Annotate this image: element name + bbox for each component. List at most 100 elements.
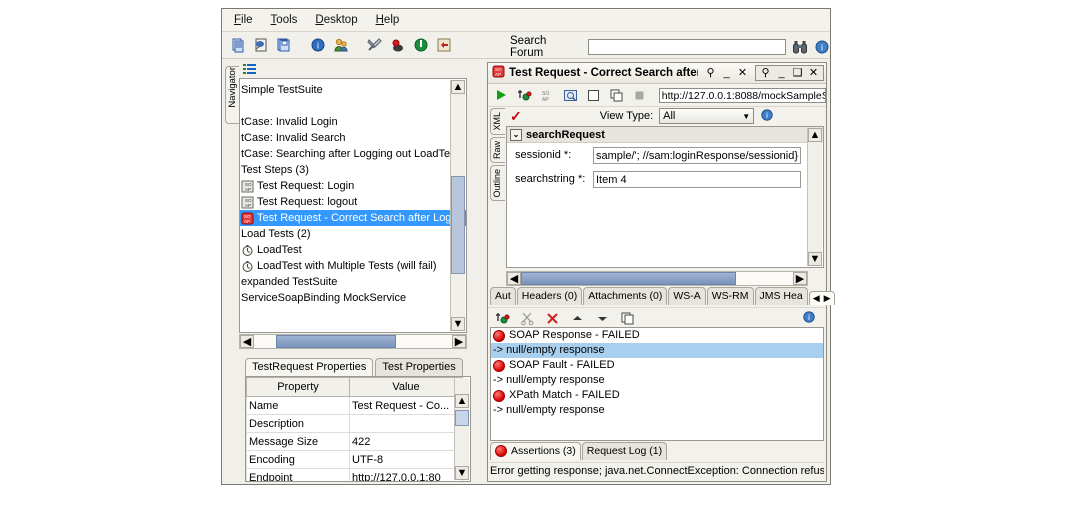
navigator-horizontal-scrollbar[interactable]: ◀ ▶ — [239, 334, 467, 349]
scroll-left-arrow[interactable]: ◀ — [240, 335, 254, 348]
table-row[interactable]: Endpointhttp://127.0.0.1:80 — [247, 469, 463, 483]
navigator-tree[interactable]: Simple TestSuite tCase: Invalid Login tC… — [239, 78, 467, 333]
forum-icon[interactable] — [331, 35, 351, 55]
scroll-up-arrow[interactable]: ▲ — [455, 394, 469, 408]
tab-testrequest-properties[interactable]: TestRequest Properties — [245, 358, 373, 376]
pin-icon[interactable]: ⚲ — [705, 67, 716, 79]
tab-outline[interactable]: Outline — [490, 165, 505, 202]
list-item[interactable]: tCase: Invalid Search — [240, 130, 466, 146]
validate-icon[interactable] — [561, 85, 580, 105]
close-icon[interactable]: ✕ — [808, 67, 819, 79]
new-workspace-icon[interactable] — [228, 35, 248, 55]
help-icon[interactable]: i — [308, 35, 328, 55]
menu-item-desktop[interactable]: Desktop — [315, 14, 357, 26]
list-item-selected[interactable]: SOAP Test Request - Correct Search after… — [240, 210, 466, 226]
scroll-thumb[interactable] — [451, 176, 465, 274]
tab-raw[interactable]: Raw — [490, 137, 505, 163]
cut-icon[interactable] — [517, 308, 537, 328]
tab-scroll-right-icon[interactable]: ▶ — [824, 293, 831, 304]
delete-icon[interactable] — [542, 308, 562, 328]
tab-xml[interactable]: XML — [490, 108, 505, 135]
tab-auth[interactable]: Aut — [490, 287, 516, 305]
tab-headers[interactable]: Headers (0) — [517, 287, 582, 305]
request-form[interactable]: ⌄ searchRequest sessionid *: sample/'; /… — [506, 126, 824, 268]
scroll-up-arrow[interactable]: ▲ — [451, 80, 465, 94]
table-row[interactable]: EncodingUTF-8 — [247, 451, 463, 469]
binoculars-icon[interactable] — [792, 39, 808, 55]
scroll-thumb[interactable] — [521, 272, 736, 285]
list-item[interactable]: XPath Match - FAILED — [491, 388, 823, 403]
list-item[interactable]: SOAP Test Request: Login — [240, 178, 466, 194]
scroll-right-arrow[interactable]: ▶ — [452, 335, 466, 348]
tab-jms-headers[interactable]: JMS Hea — [755, 287, 808, 305]
save-all-icon[interactable] — [274, 35, 294, 55]
list-item[interactable]: tCase: Invalid Login — [240, 114, 466, 130]
list-item[interactable]: SOAP Fault - FAILED — [491, 358, 823, 373]
add-assertion-icon[interactable] — [492, 308, 512, 328]
scroll-down-arrow[interactable]: ▼ — [455, 466, 469, 480]
tab-test-properties[interactable]: Test Properties — [375, 358, 462, 376]
editor-horizontal-scrollbar[interactable]: ◀ ▶ — [506, 271, 808, 286]
minimize-icon[interactable]: _ — [721, 67, 732, 79]
tab-attachments[interactable]: Attachments (0) — [583, 287, 667, 305]
searchstring-field[interactable]: Item 4 — [593, 171, 801, 188]
view-type-select[interactable]: All ▼ — [659, 108, 754, 124]
stop-icon[interactable] — [630, 85, 649, 105]
minimize-icon[interactable]: _ — [776, 67, 787, 79]
form-group-header[interactable]: ⌄ searchRequest — [507, 127, 823, 143]
add-assertion-icon[interactable] — [515, 85, 534, 105]
scroll-track[interactable] — [254, 335, 452, 348]
copy-icon[interactable] — [617, 308, 637, 328]
search-input[interactable] — [588, 39, 786, 55]
scroll-down-arrow[interactable]: ▼ — [451, 317, 465, 331]
list-item[interactable]: -> null/empty response — [491, 403, 823, 418]
table-row[interactable]: Message Size422 — [247, 433, 463, 451]
navigator-vertical-tab[interactable]: Navigator — [225, 66, 240, 124]
create-request-icon[interactable] — [584, 85, 603, 105]
sessionid-field[interactable]: sample/'; //sam:loginResponse/sessionid} — [593, 147, 801, 164]
table-row[interactable]: NameTest Request - Co... — [247, 397, 463, 415]
scroll-track[interactable] — [521, 272, 793, 285]
list-item[interactable]: tCase: Searching after Logging out LoadT… — [240, 146, 466, 162]
list-view-icon[interactable] — [243, 63, 257, 78]
properties-vertical-scrollbar[interactable]: ▲ ▼ — [454, 378, 469, 480]
tab-wsrm[interactable]: WS-RM — [707, 287, 754, 305]
export-icon[interactable] — [434, 35, 454, 55]
run-icon[interactable] — [492, 85, 511, 105]
loadui-icon[interactable] — [411, 35, 431, 55]
scroll-thumb[interactable] — [276, 335, 396, 348]
collapse-icon[interactable]: ⌄ — [510, 129, 522, 141]
assertions-list[interactable]: SOAP Response - FAILED -> null/empty res… — [490, 327, 824, 441]
list-item[interactable]: LoadTest — [240, 242, 466, 258]
list-item[interactable]: Load Tests (2) — [240, 226, 466, 242]
move-down-icon[interactable] — [592, 308, 612, 328]
menu-item-file[interactable]: File — [234, 14, 253, 26]
list-item[interactable]: SOAP Response - FAILED — [491, 328, 823, 343]
list-item[interactable]: Test Steps (3) — [240, 162, 466, 178]
close-icon[interactable]: ✕ — [737, 67, 748, 79]
import-project-icon[interactable] — [251, 35, 271, 55]
endpoint-url-field[interactable]: http://127.0.0.1:8088/mockSampleSe — [659, 88, 826, 103]
list-item[interactable]: Simple TestSuite — [240, 82, 466, 98]
tab-scroll-left-icon[interactable]: ◀ — [813, 293, 820, 304]
list-item-selected[interactable]: -> null/empty response — [491, 343, 823, 358]
tab-wsa[interactable]: WS-A — [668, 287, 705, 305]
help-icon-search[interactable]: i — [814, 39, 830, 55]
clone-icon[interactable] — [607, 85, 626, 105]
list-item[interactable]: ServiceSoapBinding MockService — [240, 290, 466, 306]
menu-item-tools[interactable]: Tools — [271, 14, 298, 26]
scroll-left-arrow[interactable]: ◀ — [507, 272, 521, 285]
menu-item-help[interactable]: Help — [376, 14, 400, 26]
list-item[interactable]: -> null/empty response — [491, 373, 823, 388]
help-icon[interactable]: i — [802, 310, 816, 327]
navigator-vertical-scrollbar[interactable]: ▲ ▼ — [450, 80, 465, 331]
scroll-down-arrow[interactable]: ▼ — [808, 252, 822, 266]
preferences-icon[interactable] — [365, 35, 385, 55]
list-item-blank[interactable] — [240, 98, 466, 114]
help-icon[interactable]: i — [760, 108, 774, 125]
tab-assertions[interactable]: Assertions (3) — [490, 442, 581, 460]
scroll-thumb[interactable] — [455, 410, 469, 426]
tab-request-log[interactable]: Request Log (1) — [582, 442, 667, 460]
scroll-right-arrow[interactable]: ▶ — [793, 272, 807, 285]
list-item[interactable]: LoadTest with Multiple Tests (will fail) — [240, 258, 466, 274]
